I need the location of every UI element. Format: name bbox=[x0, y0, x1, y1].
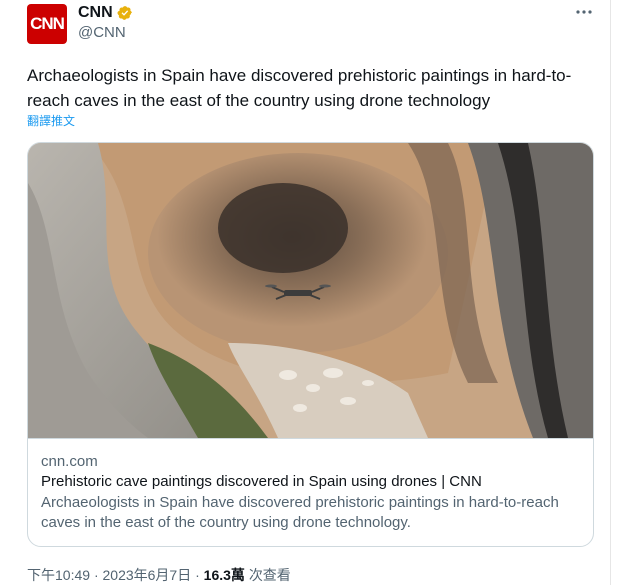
meta-separator: · bbox=[195, 567, 200, 583]
tweet-text: Archaeologists in Spain have discovered … bbox=[27, 66, 572, 110]
cave-with-drone-photo[interactable] bbox=[28, 143, 593, 438]
card-info[interactable]: cnn.com Prehistoric cave paintings disco… bbox=[28, 438, 593, 546]
card-description: Archaeologists in Spain have discovered … bbox=[41, 494, 559, 531]
author-handle[interactable]: @CNN bbox=[78, 24, 126, 41]
tweet-time[interactable]: 下午10:49 bbox=[27, 567, 90, 583]
link-card[interactable]: cnn.com Prehistoric cave paintings disco… bbox=[27, 142, 594, 547]
card-domain: cnn.com bbox=[41, 453, 98, 470]
translate-link[interactable]: 翻譯推文 bbox=[27, 112, 75, 129]
more-dots-icon bbox=[576, 10, 592, 14]
avatar[interactable]: CNN bbox=[27, 4, 67, 44]
views-count: 16.3萬 bbox=[203, 567, 245, 583]
verified-badge-icon bbox=[117, 6, 132, 20]
more-button[interactable] bbox=[572, 2, 596, 22]
author-name-row[interactable]: CNN bbox=[78, 4, 133, 22]
tweet-date[interactable]: 2023年6月7日 bbox=[103, 567, 192, 583]
meta-separator: · bbox=[93, 567, 99, 583]
views-label: 次查看 bbox=[248, 567, 291, 583]
author-name[interactable]: CNN bbox=[78, 4, 113, 22]
card-title[interactable]: Prehistoric cave paintings discovered in… bbox=[41, 473, 482, 490]
tweet-meta: 下午10:49 · 2023年6月7日 · 16.3萬 次查看 bbox=[27, 565, 291, 585]
tweet: CNN CNN @CNN Archaeologists in Spain hav… bbox=[0, 0, 611, 585]
avatar-logo-text: CNN bbox=[30, 14, 65, 33]
